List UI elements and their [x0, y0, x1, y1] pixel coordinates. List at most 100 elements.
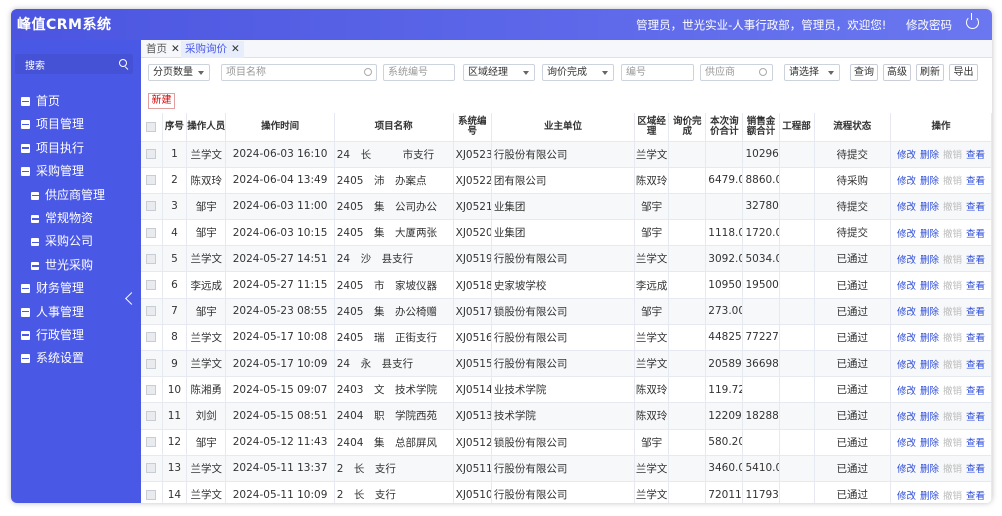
row-checkbox[interactable]	[146, 384, 157, 395]
table-row[interactable]: 12邹宇2024-05-12 11:432404 集 总部屏风XJ0512中锁股…	[141, 429, 992, 456]
view-link[interactable]: 查看	[966, 412, 985, 423]
edit-link[interactable]: 修改	[897, 438, 916, 449]
search-icon[interactable]	[364, 68, 372, 76]
row-checkbox-cell[interactable]	[141, 376, 163, 404]
sidebar-item-4[interactable]: 供应商管理	[11, 184, 141, 207]
edit-link[interactable]: 修改	[897, 150, 916, 161]
delete-link[interactable]: 删除	[920, 333, 939, 344]
delete-link[interactable]: 删除	[920, 255, 939, 266]
view-link[interactable]: 查看	[966, 307, 985, 318]
row-checkbox-cell[interactable]	[141, 324, 163, 352]
row-checkbox-cell[interactable]	[141, 245, 163, 273]
edit-link[interactable]: 修改	[897, 360, 916, 371]
sidebar-item-2[interactable]: 项目执行	[11, 137, 141, 160]
view-link[interactable]: 查看	[966, 464, 985, 475]
row-checkbox-cell[interactable]	[141, 429, 163, 456]
table-row[interactable]: 6李远成2024-05-27 11:152405 市 家坡仪器XJ0518中史家…	[141, 271, 992, 299]
table-row[interactable]: 10陈湘勇2024-05-15 09:072403 文 技术学院XJ0514中业…	[141, 376, 992, 404]
table-row[interactable]: 7邹宇2024-05-23 08:552405 集 办公椅赠XJ0517中锁股份…	[141, 298, 992, 325]
view-link[interactable]: 查看	[966, 333, 985, 344]
sidebar-item-9[interactable]: 人事管理	[11, 301, 141, 324]
change-password-link[interactable]: 修改密码	[906, 18, 952, 32]
row-checkbox[interactable]	[146, 306, 157, 317]
page-size-select[interactable]: 分页数量	[148, 64, 210, 81]
project-name-input[interactable]	[221, 64, 377, 81]
delete-link[interactable]: 删除	[920, 202, 939, 213]
edit-link[interactable]: 修改	[897, 307, 916, 318]
row-checkbox-cell[interactable]	[141, 193, 163, 221]
search-icon[interactable]	[759, 68, 767, 76]
edit-link[interactable]: 修改	[897, 229, 916, 240]
sidebar-item-8[interactable]: 财务管理	[11, 277, 141, 300]
search-icon[interactable]	[119, 59, 127, 67]
sidebar-item-10[interactable]: 行政管理	[11, 324, 141, 347]
select-all-checkbox-cell[interactable]	[141, 113, 163, 142]
delete-link[interactable]: 删除	[920, 281, 939, 292]
table-row[interactable]: 13兰学文2024-05-11 13:372 长 支行XJ0511中行股份有限公…	[141, 455, 992, 482]
view-link[interactable]: 查看	[966, 176, 985, 187]
delete-link[interactable]: 删除	[920, 176, 939, 187]
view-link[interactable]: 查看	[966, 255, 985, 266]
row-checkbox-cell[interactable]	[141, 402, 163, 430]
view-link[interactable]: 查看	[966, 202, 985, 213]
row-checkbox[interactable]	[146, 201, 157, 212]
row-checkbox[interactable]	[146, 332, 157, 343]
delete-link[interactable]: 删除	[920, 491, 939, 502]
table-row[interactable]: 11刘剑2024-05-15 08:512404 职 学院西苑XJ0513中技术…	[141, 402, 992, 430]
table-row[interactable]: 3邹宇2024-06-03 11:002405 集 公司办公XJ0521中业集团…	[141, 193, 992, 221]
row-checkbox[interactable]	[146, 358, 157, 369]
table-row[interactable]: 4邹宇2024-06-03 10:152405 集 大厦两张XJ0520中业集团…	[141, 219, 992, 247]
row-checkbox-cell[interactable]	[141, 455, 163, 482]
sidebar-search[interactable]: 搜索	[15, 54, 133, 74]
row-checkbox[interactable]	[146, 463, 157, 474]
table-row[interactable]: 14兰学文2024-05-11 10:092 长 支行XJ0510中行股份有限公…	[141, 481, 992, 503]
collapse-sidebar-chevron-left-icon[interactable]	[124, 292, 134, 306]
delete-link[interactable]: 删除	[920, 307, 939, 318]
delete-link[interactable]: 删除	[920, 386, 939, 397]
sidebar-item-6[interactable]: 采购公司	[11, 230, 141, 253]
query-button[interactable]: 查询	[850, 64, 878, 81]
tab-purchase-inquiry[interactable]: 采购询价 ✕	[181, 41, 244, 58]
view-link[interactable]: 查看	[966, 360, 985, 371]
close-icon[interactable]: ✕	[171, 43, 180, 55]
edit-link[interactable]: 修改	[897, 333, 916, 344]
export-button[interactable]: 导出	[949, 64, 978, 81]
new-button[interactable]: 新建	[148, 93, 175, 109]
refresh-button[interactable]: 刷新	[916, 64, 944, 81]
edit-link[interactable]: 修改	[897, 386, 916, 397]
row-checkbox-cell[interactable]	[141, 167, 163, 194]
edit-link[interactable]: 修改	[897, 464, 916, 475]
view-link[interactable]: 查看	[966, 438, 985, 449]
delete-link[interactable]: 删除	[920, 438, 939, 449]
row-checkbox-cell[interactable]	[141, 350, 163, 378]
edit-link[interactable]: 修改	[897, 281, 916, 292]
region-manager-select[interactable]: 区域经理	[463, 64, 535, 81]
sidebar-item-1[interactable]: 项目管理	[11, 113, 141, 136]
close-icon[interactable]: ✕	[231, 43, 240, 55]
number-input[interactable]	[621, 64, 694, 81]
table-row[interactable]: 9兰学文2024-05-17 10:0924 永 县支行XJ0515中行股份有限…	[141, 350, 992, 378]
edit-link[interactable]: 修改	[897, 176, 916, 187]
delete-link[interactable]: 删除	[920, 360, 939, 371]
view-link[interactable]: 查看	[966, 491, 985, 502]
sidebar-item-0[interactable]: 首页	[11, 90, 141, 113]
tab-home[interactable]: 首页 ✕	[142, 41, 184, 58]
sidebar-item-5[interactable]: 常规物资	[11, 207, 141, 230]
row-checkbox-cell[interactable]	[141, 271, 163, 299]
view-link[interactable]: 查看	[966, 229, 985, 240]
table-row[interactable]: 1兰学文2024-06-03 16:1024 长 市支行XJ0523中行股份有限…	[141, 141, 992, 168]
row-checkbox[interactable]	[146, 437, 157, 448]
row-checkbox[interactable]	[146, 175, 157, 186]
sidebar-item-7[interactable]: 世光采购	[11, 254, 141, 277]
edit-link[interactable]: 修改	[897, 202, 916, 213]
row-checkbox[interactable]	[146, 227, 157, 238]
delete-link[interactable]: 删除	[920, 229, 939, 240]
advanced-button[interactable]: 高级	[883, 64, 911, 81]
system-no-input[interactable]	[383, 64, 455, 81]
row-checkbox-cell[interactable]	[141, 141, 163, 168]
edit-link[interactable]: 修改	[897, 255, 916, 266]
view-link[interactable]: 查看	[966, 386, 985, 397]
status-select[interactable]: 请选择	[784, 64, 840, 81]
table-row[interactable]: 8兰学文2024-05-17 10:082405 瑞 正街支行XJ0516中行股…	[141, 324, 992, 352]
edit-link[interactable]: 修改	[897, 491, 916, 502]
